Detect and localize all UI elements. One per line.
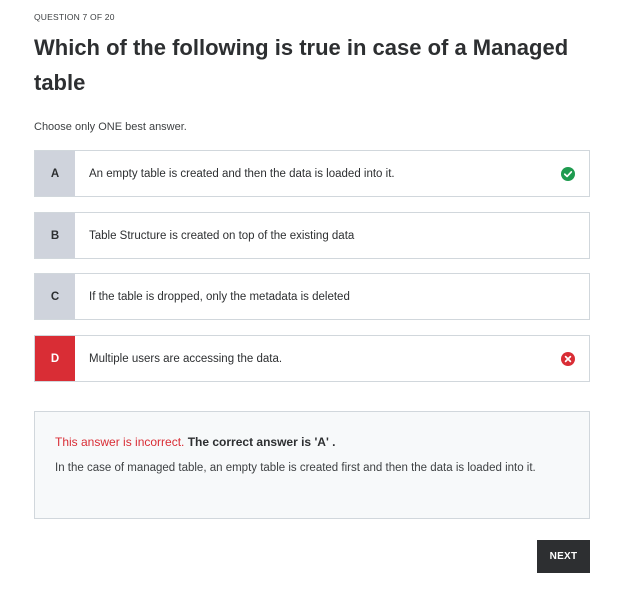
option-letter: A [35, 151, 75, 196]
option-text: Multiple users are accessing the data. [89, 352, 283, 365]
question-title: Which of the following is true in case o… [34, 35, 569, 95]
option-status [547, 213, 589, 258]
correct-answer-message: The correct answer is 'A' . [187, 435, 336, 449]
answer-feedback: This answer is incorrect. The correct an… [34, 411, 590, 519]
answer-options: A An empty table is created and then the… [34, 150, 590, 397]
option-d[interactable]: D Multiple users are accessing the data. [34, 335, 590, 382]
option-b[interactable]: B Table Structure is created on top of t… [34, 212, 590, 259]
option-letter: C [35, 274, 75, 319]
option-status [547, 274, 589, 319]
correct-status [547, 151, 589, 196]
check-circle-icon [561, 166, 575, 181]
x-circle-icon [561, 351, 575, 366]
quiz-page: QUESTION 7 OF 20 Which of the following … [0, 0, 626, 603]
wrong-status [547, 336, 589, 381]
option-text: Table Structure is created on top of the… [89, 229, 355, 242]
incorrect-message: This answer is incorrect. [55, 435, 185, 449]
option-letter: D [35, 336, 75, 381]
option-letter: B [35, 213, 75, 258]
question-counter: QUESTION 7 OF 20 [34, 12, 115, 22]
option-a[interactable]: A An empty table is created and then the… [34, 150, 590, 197]
next-button[interactable]: NEXT [537, 540, 590, 573]
feedback-result: This answer is incorrect. The correct an… [55, 432, 569, 452]
feedback-explanation: In the case of managed table, an empty t… [55, 462, 536, 474]
option-text: If the table is dropped, only the metada… [89, 290, 350, 303]
answer-instruction: Choose only ONE best answer. [34, 121, 187, 133]
option-text: An empty table is created and then the d… [89, 167, 395, 180]
option-c[interactable]: C If the table is dropped, only the meta… [34, 273, 590, 320]
